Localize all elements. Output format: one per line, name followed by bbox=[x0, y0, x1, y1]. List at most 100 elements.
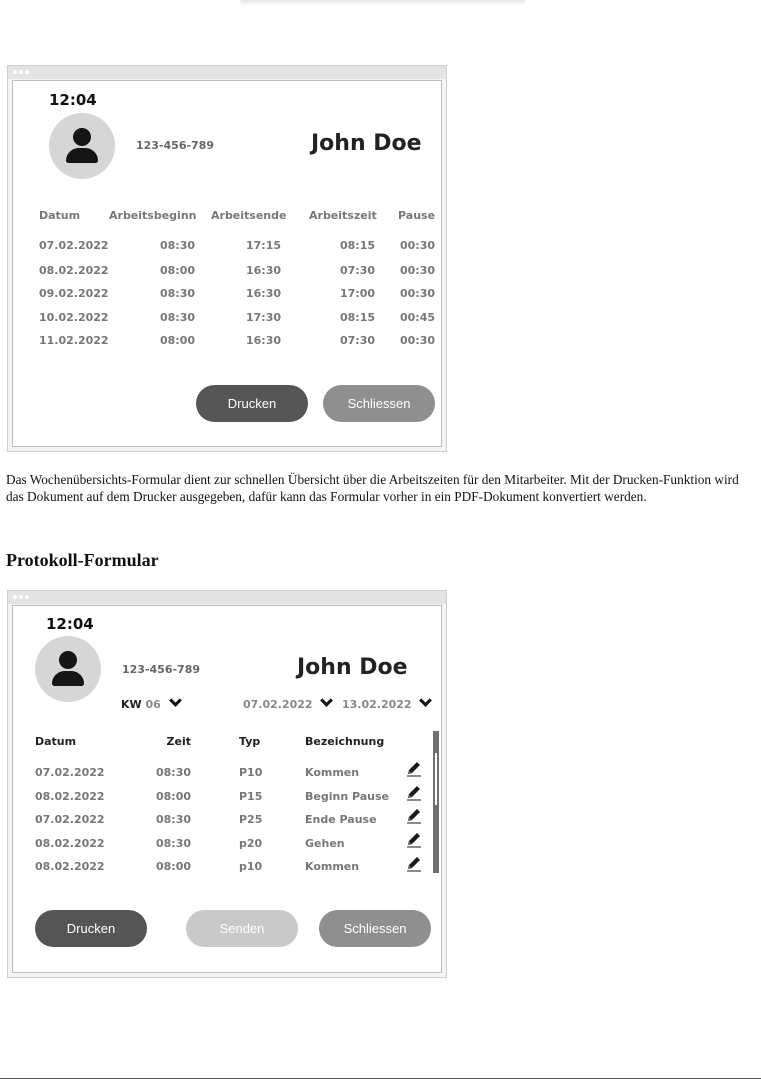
week-select[interactable]: KW 06 bbox=[121, 694, 182, 711]
cell-zeit: 17:00 bbox=[339, 287, 375, 300]
scrollbar[interactable] bbox=[433, 731, 439, 873]
date-from-select[interactable]: 07.02.2022 bbox=[243, 694, 334, 711]
cell-pause: 00:45 bbox=[399, 311, 435, 324]
cell-typ: P10 bbox=[239, 766, 263, 779]
cell-datum: 08.02.2022 bbox=[35, 790, 105, 803]
cell-pause: 00:30 bbox=[399, 334, 435, 347]
date-to-value: 13.02.2022 bbox=[342, 698, 412, 711]
window-dot bbox=[25, 595, 29, 599]
protocol-form: 12:04 123-456-789 John Doe KW 06 07.02.2… bbox=[12, 605, 442, 973]
cell-datum: 08.02.2022 bbox=[35, 860, 105, 873]
col-zeit: Zeit bbox=[166, 735, 191, 748]
window-dot bbox=[13, 595, 17, 599]
print-button[interactable]: Drucken bbox=[196, 385, 308, 422]
employee-number: 123-456-789 bbox=[136, 139, 215, 152]
employee-number: 123-456-789 bbox=[122, 663, 201, 676]
cell-pause: 00:30 bbox=[399, 264, 435, 277]
employee-name: John Doe bbox=[311, 131, 422, 156]
cell-zeit: 08:15 bbox=[339, 239, 375, 252]
cell-ende: 17:30 bbox=[245, 311, 281, 324]
cell-ende: 16:30 bbox=[245, 334, 281, 347]
avatar bbox=[49, 113, 115, 179]
weekly-overview-mockup: 12:04 123-456-789 John Doe Datum Arbeits… bbox=[7, 65, 447, 452]
cell-zeit: 07:30 bbox=[339, 334, 375, 347]
pencil-icon[interactable] bbox=[405, 785, 423, 801]
cell-datum: 11.02.2022 bbox=[39, 334, 109, 347]
cell-datum: 09.02.2022 bbox=[39, 287, 109, 300]
cell-zeit: 08:00 bbox=[155, 860, 191, 873]
cell-zeit: 08:15 bbox=[339, 311, 375, 324]
week-label: KW bbox=[121, 698, 142, 711]
col-arbeitsende: Arbeitsende bbox=[211, 209, 287, 222]
cell-zeit: 07:30 bbox=[339, 264, 375, 277]
employee-name: John Doe bbox=[297, 655, 408, 680]
page-bottom-rule bbox=[0, 1078, 761, 1079]
window-dot bbox=[19, 70, 23, 74]
cell-datum: 10.02.2022 bbox=[39, 311, 109, 324]
col-arbeitsbeginn: Arbeitsbeginn bbox=[109, 209, 197, 222]
cell-zeit: 08:30 bbox=[155, 813, 191, 826]
col-datum: Datum bbox=[39, 209, 81, 222]
cell-pause: 00:30 bbox=[399, 287, 435, 300]
window-titlebar bbox=[8, 66, 446, 79]
window-dot bbox=[13, 70, 17, 74]
cell-datum: 08.02.2022 bbox=[39, 264, 109, 277]
cell-beginn: 08:30 bbox=[159, 311, 195, 324]
cell-datum: 07.02.2022 bbox=[35, 766, 105, 779]
cell-datum: 07.02.2022 bbox=[35, 813, 105, 826]
pencil-icon[interactable] bbox=[405, 832, 423, 848]
window-titlebar bbox=[8, 591, 446, 604]
pencil-icon[interactable] bbox=[405, 856, 423, 872]
cell-datum: 08.02.2022 bbox=[35, 837, 105, 850]
scrollbar-thumb[interactable] bbox=[435, 753, 437, 805]
avatar bbox=[35, 636, 101, 702]
cell-zeit: 08:00 bbox=[155, 790, 191, 803]
protocol-form-mockup: 12:04 123-456-789 John Doe KW 06 07.02.2… bbox=[7, 590, 447, 978]
pencil-icon[interactable] bbox=[405, 761, 423, 777]
print-button[interactable]: Drucken bbox=[35, 910, 147, 947]
cell-zeit: 08:30 bbox=[155, 837, 191, 850]
cell-typ: P25 bbox=[239, 813, 263, 826]
clock: 12:04 bbox=[49, 91, 97, 109]
chevron-down-icon[interactable] bbox=[419, 694, 433, 707]
date-from-value: 07.02.2022 bbox=[243, 698, 313, 711]
cell-typ: p20 bbox=[239, 837, 263, 850]
cell-bezeichnung: Kommen bbox=[305, 860, 360, 873]
cell-ende: 17:15 bbox=[245, 239, 281, 252]
week-value: 06 bbox=[145, 698, 161, 711]
description-paragraph: Das Wochenübersichts-Formular dient zur … bbox=[6, 472, 739, 504]
send-button[interactable]: Senden bbox=[186, 910, 298, 947]
pencil-icon[interactable] bbox=[405, 808, 423, 824]
cell-beginn: 08:00 bbox=[159, 264, 195, 277]
col-bezeichnung: Bezeichnung bbox=[305, 735, 385, 748]
cell-bezeichnung: Gehen bbox=[305, 837, 345, 850]
cell-datum: 07.02.2022 bbox=[39, 239, 109, 252]
chevron-down-icon[interactable] bbox=[320, 694, 334, 707]
cell-typ: p10 bbox=[239, 860, 263, 873]
col-datum: Datum bbox=[35, 735, 77, 748]
cell-ende: 16:30 bbox=[245, 287, 281, 300]
close-button[interactable]: Schliessen bbox=[319, 910, 431, 947]
window-dot bbox=[25, 70, 29, 74]
cell-beginn: 08:00 bbox=[159, 334, 195, 347]
col-pause: Pause bbox=[398, 209, 436, 222]
cell-pause: 00:30 bbox=[399, 239, 435, 252]
date-to-select[interactable]: 13.02.2022 bbox=[342, 694, 433, 711]
cell-bezeichnung: Beginn Pause bbox=[305, 790, 390, 803]
cell-typ: P15 bbox=[239, 790, 263, 803]
cell-beginn: 08:30 bbox=[159, 287, 195, 300]
cell-ende: 16:30 bbox=[245, 264, 281, 277]
cell-bezeichnung: Kommen bbox=[305, 766, 360, 779]
window-dot bbox=[19, 595, 23, 599]
chevron-down-icon[interactable] bbox=[168, 694, 182, 707]
cell-zeit: 08:30 bbox=[155, 766, 191, 779]
cell-bezeichnung: Ende Pause bbox=[305, 813, 377, 826]
section-heading: Protokoll-Formular bbox=[6, 550, 159, 570]
close-button[interactable]: Schliessen bbox=[323, 385, 435, 422]
cell-beginn: 08:30 bbox=[159, 239, 195, 252]
clock: 12:04 bbox=[46, 615, 94, 633]
weekly-form: 12:04 123-456-789 John Doe Datum Arbeits… bbox=[12, 80, 442, 447]
col-typ: Typ bbox=[239, 735, 261, 748]
col-arbeitszeit: Arbeitszeit bbox=[309, 209, 377, 222]
top-shadow bbox=[240, 0, 525, 6]
